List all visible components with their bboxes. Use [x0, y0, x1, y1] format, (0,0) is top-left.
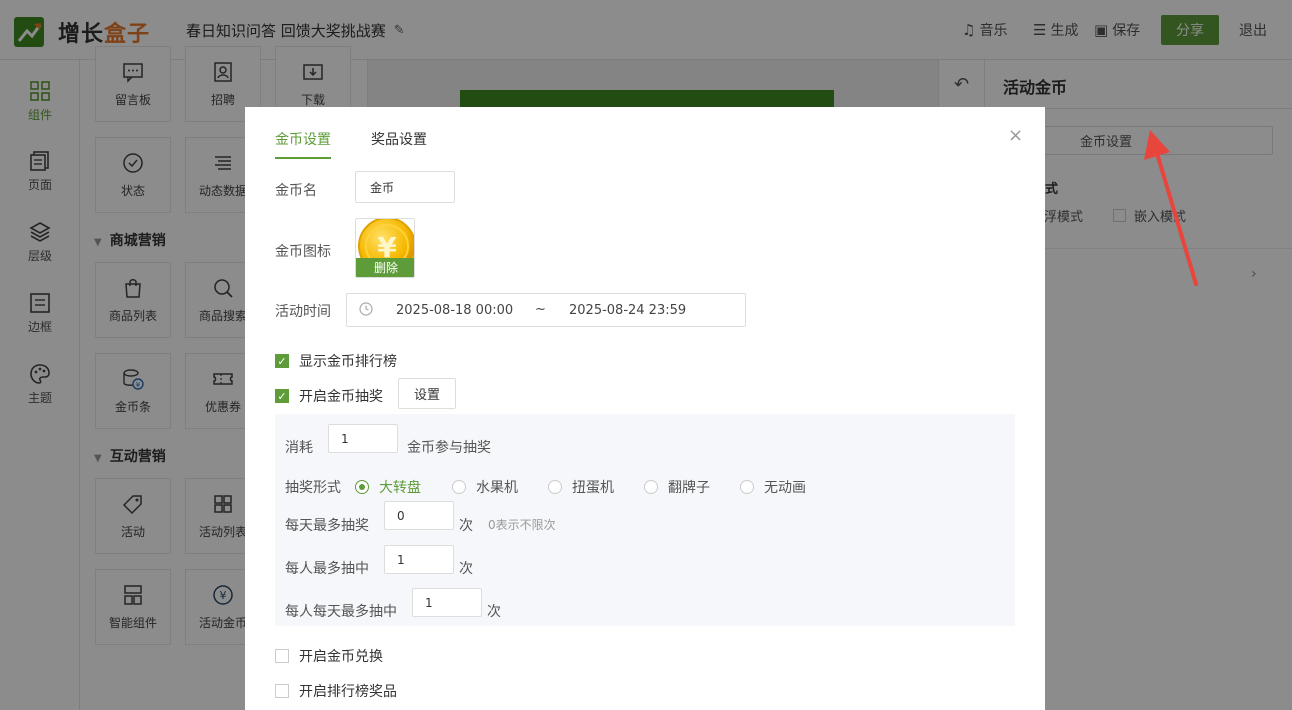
cost-suffix: 金币参与抽奖 — [407, 440, 491, 456]
enable-rank-prize-checkbox[interactable] — [275, 684, 289, 698]
enable-exchange-checkbox[interactable] — [275, 649, 289, 663]
per-person-max-label: 每人最多抽中 — [285, 561, 369, 577]
radio-wheel[interactable]: 大转盘 — [355, 477, 421, 497]
times-unit: 次 — [487, 604, 501, 620]
coin-name-input[interactable]: 金币 — [355, 171, 455, 203]
daily-max-hint: 0表示不限次 — [488, 518, 556, 532]
show-rank-option[interactable]: ✓ 显示金币排行榜 — [275, 351, 397, 371]
per-person-max-input[interactable]: 1 — [384, 545, 454, 574]
enable-lottery-checkbox[interactable]: ✓ — [275, 389, 289, 403]
close-icon[interactable]: × — [1008, 125, 1023, 146]
modal-tabs: 金币设置 奖品设置 — [275, 129, 467, 159]
radio-gashapon[interactable]: 扭蛋机 — [548, 477, 614, 497]
times-unit: 次 — [459, 561, 473, 577]
date-separator: ~ — [535, 302, 546, 317]
times-unit: 次 — [459, 518, 473, 534]
coin-icon-label: 金币图标 — [275, 244, 331, 260]
per-person-daily-input[interactable]: 1 — [412, 588, 482, 617]
lottery-settings-box: 消耗 1 金币参与抽奖 抽奖形式 大转盘 水果机 扭蛋机 翻牌子 无动画 每天最… — [275, 414, 1015, 626]
date-range-picker[interactable]: 2025-08-18 00:00 ~ 2025-08-24 23:59 — [346, 293, 746, 327]
show-rank-checkbox[interactable]: ✓ — [275, 354, 289, 368]
cost-label: 消耗 — [285, 440, 313, 456]
enable-lottery-option[interactable]: ✓ 开启金币抽奖 — [275, 386, 383, 406]
delete-icon-button[interactable]: 删除 — [356, 258, 414, 277]
tab-coin-settings[interactable]: 金币设置 — [275, 129, 331, 159]
activity-time-label: 活动时间 — [275, 304, 331, 320]
coin-name-label: 金币名 — [275, 183, 317, 199]
lottery-form-label: 抽奖形式 — [285, 480, 341, 496]
enable-exchange-option[interactable]: 开启金币兑换 — [275, 646, 383, 666]
annotation-arrow-icon — [1144, 130, 1198, 286]
date-end[interactable]: 2025-08-24 23:59 — [569, 303, 686, 318]
cost-input[interactable]: 1 — [328, 424, 398, 453]
lottery-settings-button[interactable]: 设置 — [398, 378, 456, 409]
clock-icon — [359, 302, 373, 316]
daily-max-label: 每天最多抽奖 — [285, 518, 369, 534]
tab-prize-settings[interactable]: 奖品设置 — [371, 129, 427, 159]
date-start[interactable]: 2025-08-18 00:00 — [396, 303, 513, 318]
enable-rank-prize-option[interactable]: 开启排行榜奖品 — [275, 681, 397, 701]
daily-max-input[interactable]: 0 — [384, 501, 454, 530]
coin-settings-modal: 金币设置 奖品设置 × 金币名 金币 金币图标 ¥ 删除 活动时间 2025-0… — [245, 107, 1045, 710]
radio-flip-card[interactable]: 翻牌子 — [644, 477, 710, 497]
radio-no-animation[interactable]: 无动画 — [740, 477, 806, 497]
radio-fruit-machine[interactable]: 水果机 — [452, 477, 518, 497]
coin-icon-preview[interactable]: ¥ 删除 — [355, 218, 415, 278]
per-person-daily-label: 每人每天最多抽中 — [285, 604, 397, 620]
